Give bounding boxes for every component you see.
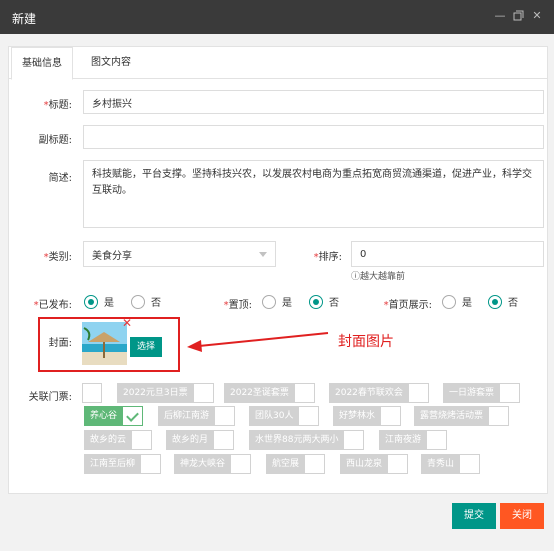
- annotation-arrow: [187, 332, 329, 352]
- ticket-checkbox[interactable]: 故乡的月: [166, 430, 235, 450]
- homepage-no-radio[interactable]: 否: [488, 294, 518, 309]
- ticket-checkbox[interactable]: 后柳江南游: [158, 406, 236, 426]
- ticket-checkbox[interactable]: 西山龙泉: [340, 454, 409, 474]
- radio-checked-icon: [488, 294, 502, 309]
- tab-bar: 基础信息 图文内容: [9, 47, 547, 80]
- close-icon[interactable]: ✕: [531, 10, 543, 22]
- select-cover-button[interactable]: 选择: [130, 337, 162, 357]
- chevron-down-icon: [259, 252, 267, 257]
- tickets-label: 关联门票:: [28, 392, 72, 403]
- radio-unchecked-icon: [131, 294, 145, 309]
- ticket-checkbox[interactable]: 团队30人: [249, 406, 320, 426]
- radio-checked-icon: [84, 294, 98, 309]
- dialog-titlebar: 新建 — ✕: [0, 0, 554, 34]
- category-label: *类别:: [43, 252, 72, 263]
- description-textarea[interactable]: 科技赋能，平台支撑。坚持科技兴农，以发展农村电商为重点拓宽商贸流通渠道，促进产业…: [83, 160, 544, 228]
- ticket-checkbox[interactable]: 一日游套票: [443, 383, 521, 403]
- ticket-checkbox[interactable]: 江南至后柳: [84, 454, 162, 474]
- tab-basic-info[interactable]: 基础信息: [11, 47, 73, 80]
- ticket-checkbox[interactable]: 神龙大峡谷: [174, 454, 252, 474]
- pinned-label: *置顶:: [223, 300, 252, 311]
- ticket-checkbox[interactable]: 好梦林水: [333, 406, 402, 426]
- category-value: 美食分享: [92, 250, 132, 262]
- sort-input[interactable]: 0: [351, 241, 544, 267]
- subtitle-label: 副标题:: [38, 135, 72, 146]
- published-label: *已发布:: [33, 300, 72, 311]
- pinned-no-radio[interactable]: 否: [309, 294, 339, 309]
- ticket-checkbox[interactable]: 2022元旦3日票: [117, 383, 214, 403]
- cover-label: 封面:: [48, 338, 72, 349]
- check-icon: [123, 406, 144, 426]
- ticket-checkbox[interactable]: 航空展: [266, 454, 326, 474]
- radio-unchecked-icon: [262, 294, 276, 309]
- ticket-checkbox[interactable]: 青秀山: [421, 454, 481, 474]
- ticket-checkbox[interactable]: 江南夜游: [379, 430, 448, 450]
- title-input[interactable]: 乡村振兴: [83, 90, 544, 114]
- homepage-label: *首页展示:: [383, 300, 432, 311]
- subtitle-input[interactable]: [83, 125, 544, 149]
- category-select[interactable]: 美食分享: [83, 241, 276, 267]
- description-label: 简述:: [48, 173, 72, 184]
- minimize-icon[interactable]: —: [494, 10, 506, 22]
- ticket-checkbox[interactable]: 2022春节联欢会: [329, 383, 429, 403]
- tab-rich-content[interactable]: 图文内容: [81, 47, 141, 79]
- ticket-checkbox-checked[interactable]: 养心谷: [84, 406, 144, 426]
- title-label: *标题:: [43, 100, 72, 111]
- remove-cover-icon[interactable]: ✕: [122, 317, 132, 329]
- published-yes-radio[interactable]: 是: [84, 294, 114, 309]
- sort-label: *排序:: [313, 252, 342, 263]
- ticket-checkbox[interactable]: 2022圣诞套票: [224, 383, 315, 403]
- close-button[interactable]: 关闭: [500, 503, 544, 529]
- homepage-yes-radio[interactable]: 是: [442, 294, 472, 309]
- info-icon: ⓘ: [351, 272, 361, 282]
- maximize-icon[interactable]: [512, 10, 524, 22]
- submit-button[interactable]: 提交: [452, 503, 496, 529]
- ticket-checkbox[interactable]: 露营烧烤活动票: [414, 406, 510, 426]
- ticket-checkbox[interactable]: 水世界88元两大两小: [249, 430, 365, 450]
- radio-unchecked-icon: [442, 294, 456, 309]
- radio-checked-icon: [309, 294, 323, 309]
- dialog-title: 新建: [12, 12, 37, 26]
- cover-annotation: 封面图片: [338, 334, 394, 350]
- sort-hint: ⓘ越大越靠前: [351, 272, 406, 282]
- cover-thumbnail[interactable]: [82, 322, 127, 365]
- published-no-radio[interactable]: 否: [131, 294, 161, 309]
- pinned-yes-radio[interactable]: 是: [262, 294, 292, 309]
- ticket-checkbox-empty[interactable]: [82, 383, 102, 403]
- ticket-checkbox[interactable]: 故乡的云: [84, 430, 153, 450]
